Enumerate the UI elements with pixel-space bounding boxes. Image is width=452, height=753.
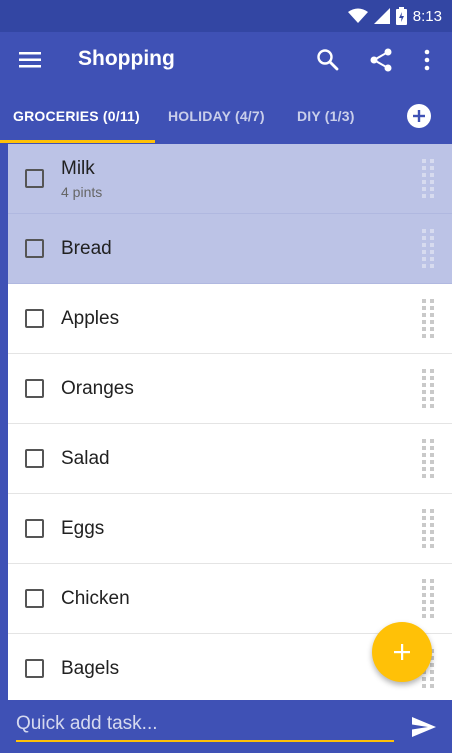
add-list-button[interactable] (407, 104, 431, 128)
tab-groceries[interactable]: GROCERIES (0/11) (13, 108, 140, 124)
checkbox[interactable] (25, 379, 44, 398)
status-icons: 8:13 (347, 5, 442, 27)
send-button[interactable] (410, 713, 438, 741)
status-time: 8:13 (412, 7, 442, 25)
list-item[interactable]: Oranges (8, 354, 452, 424)
task-list: Milk 4 pints Bread Apples Oranges Salad … (8, 144, 452, 700)
search-icon (317, 49, 339, 71)
drag-handle-icon[interactable] (422, 579, 434, 619)
drag-handle-icon[interactable] (422, 369, 434, 409)
checkbox[interactable] (25, 659, 44, 678)
item-title: Oranges (61, 378, 134, 399)
plus-icon (413, 110, 425, 122)
item-title: Apples (61, 308, 120, 329)
checkbox[interactable] (25, 589, 44, 608)
tab-bar: GROCERIES (0/11) HOLIDAY (4/7) DIY (1/3) (0, 88, 452, 144)
battery-icon (395, 7, 407, 25)
signal-icon (373, 8, 390, 24)
list-item[interactable]: Bread (8, 214, 452, 284)
plus-icon (394, 644, 410, 660)
item-title: Bread (61, 238, 112, 259)
item-title: Milk (61, 158, 95, 179)
list-item[interactable]: Eggs (8, 494, 452, 564)
drag-handle-icon[interactable] (422, 509, 434, 549)
tab-holiday[interactable]: HOLIDAY (4/7) (168, 108, 265, 124)
checkbox[interactable] (25, 239, 44, 258)
item-title: Eggs (61, 518, 105, 539)
item-subtitle: 4 pints (61, 184, 103, 200)
list-item[interactable]: Salad (8, 424, 452, 494)
item-title: Bagels (61, 658, 120, 679)
send-icon (412, 717, 436, 737)
checkbox[interactable] (25, 309, 44, 328)
tab-diy[interactable]: DIY (1/3) (297, 108, 355, 124)
item-title: Chicken (61, 588, 130, 609)
search-button[interactable] (314, 46, 342, 74)
share-icon (370, 48, 392, 72)
checkbox[interactable] (25, 169, 44, 188)
status-bar: 8:13 (0, 0, 452, 32)
page-title: Shopping (78, 47, 175, 70)
active-tab-indicator (0, 140, 155, 143)
drag-handle-icon[interactable] (422, 299, 434, 339)
drag-handle-icon[interactable] (422, 159, 434, 199)
menu-button[interactable] (16, 46, 44, 74)
drag-handle-icon[interactable] (422, 229, 434, 269)
item-title: Salad (61, 448, 110, 469)
wifi-icon (347, 8, 368, 23)
app-bar: Shopping (0, 32, 452, 88)
list-item[interactable]: Milk 4 pints (8, 144, 452, 214)
quick-add-bar (0, 700, 452, 753)
more-options-button[interactable] (413, 46, 441, 74)
checkbox[interactable] (25, 449, 44, 468)
list-item[interactable]: Apples (8, 284, 452, 354)
add-task-fab[interactable] (372, 622, 432, 682)
checkbox[interactable] (25, 519, 44, 538)
drag-handle-icon[interactable] (422, 439, 434, 479)
list-item[interactable]: Chicken (8, 564, 452, 634)
quick-add-input[interactable] (16, 710, 394, 742)
share-button[interactable] (367, 46, 395, 74)
menu-icon (19, 52, 41, 68)
more-vert-icon (424, 49, 430, 71)
